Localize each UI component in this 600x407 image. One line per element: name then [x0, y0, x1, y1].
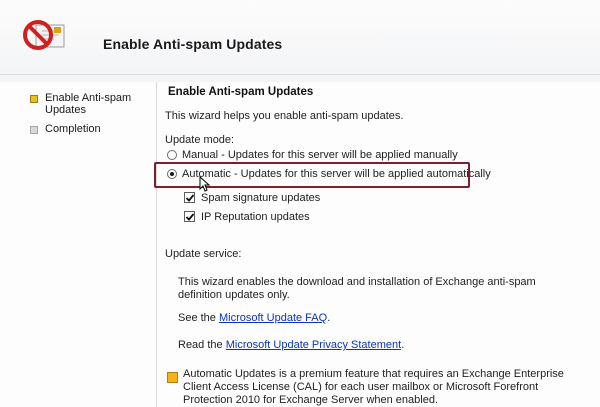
step-enable-anti-spam-updates: Enable Anti-spam Updates [30, 92, 140, 116]
update-service-label: Update service: [165, 248, 242, 260]
page-title: Enable Anti-spam Updates [103, 36, 283, 52]
step-label: Completion [45, 123, 101, 135]
wizard-step-list: Enable Anti-spam Updates Completion [0, 82, 156, 407]
nav-divider [156, 82, 157, 407]
intro-text: This wizard helps you enable anti-spam u… [165, 110, 404, 122]
wizard-header: Enable Anti-spam Updates [0, 0, 600, 82]
microsoft-update-faq-link[interactable]: Microsoft Update FAQ [219, 312, 327, 324]
wizard-window: Enable Anti-spam Updates Enable Anti-spa… [0, 0, 600, 407]
mouse-cursor-icon [199, 175, 211, 192]
privacy-line: Read the Microsoft Update Privacy Statem… [178, 339, 404, 351]
manual-radio[interactable] [167, 150, 177, 160]
update-mode-label: Update mode: [165, 134, 235, 146]
faq-line: See the Microsoft Update FAQ. [178, 312, 330, 324]
wizard-content: Enable Anti-spam Updates This wizard hel… [165, 82, 600, 407]
faq-suffix: . [327, 312, 331, 324]
spam-signature-checkbox[interactable] [184, 192, 195, 203]
no-spam-envelope-icon [22, 17, 70, 57]
premium-notice: Automatic Updates is a premium feature t… [183, 368, 564, 406]
section-title: Enable Anti-spam Updates [168, 86, 314, 98]
step-active-icon [30, 95, 38, 103]
header-divider [0, 74, 600, 75]
ip-reputation-checkbox[interactable] [184, 211, 195, 222]
privacy-suffix: . [401, 339, 405, 351]
ip-reputation-label[interactable]: IP Reputation updates [201, 211, 310, 223]
information-icon [167, 372, 178, 383]
spam-signature-label[interactable]: Spam signature updates [201, 192, 320, 204]
step-pending-icon [30, 126, 38, 134]
manual-radio-label[interactable]: Manual - Updates for this server will be… [182, 149, 458, 161]
faq-prefix: See the [178, 312, 216, 324]
privacy-prefix: Read the [178, 339, 223, 351]
step-completion: Completion [30, 123, 140, 135]
step-label: Enable Anti-spam Updates [45, 92, 132, 116]
microsoft-update-privacy-link[interactable]: Microsoft Update Privacy Statement [226, 339, 401, 351]
service-description: This wizard enables the download and ins… [178, 276, 536, 301]
